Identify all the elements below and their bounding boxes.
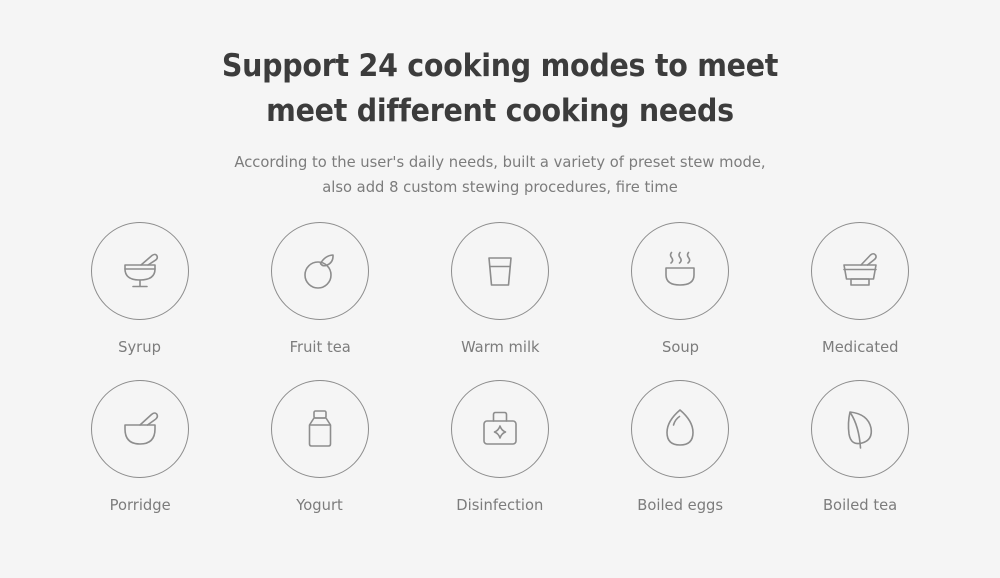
mode-label: Boiled tea	[822, 496, 898, 514]
mode-item-porridge[interactable]: Porridge	[50, 380, 230, 514]
page-title: Support 24 cooking modes to meet meet di…	[40, 44, 960, 134]
mode-icon-circle	[451, 222, 549, 320]
mode-icon-circle	[451, 380, 549, 478]
mode-label: Disinfection	[456, 496, 544, 514]
tea-leaf-icon	[832, 401, 888, 457]
cooking-modes-row-1: Syrup Fruit tea Warm milk Soup Medicated	[50, 222, 950, 356]
promo-page: Support 24 cooking modes to meet meet di…	[0, 0, 1000, 578]
mortar-pestle-stand-icon	[112, 243, 168, 299]
page-subtitle-line-1: According to the user's daily needs, bui…	[234, 153, 766, 171]
mode-icon-circle	[271, 222, 369, 320]
mode-item-warm-milk[interactable]: Warm milk	[410, 222, 590, 356]
mode-label: Syrup	[118, 338, 162, 356]
bowl-pestle-icon	[112, 401, 168, 457]
mode-item-boiled-eggs[interactable]: Boiled eggs	[590, 380, 770, 514]
mode-item-syrup[interactable]: Syrup	[50, 222, 230, 356]
mode-label: Boiled eggs	[637, 496, 723, 514]
page-title-line-2: meet different cooking needs	[266, 93, 734, 129]
mode-item-yogurt[interactable]: Yogurt	[230, 380, 410, 514]
mode-icon-circle	[811, 380, 909, 478]
cooking-modes-row-2: Porridge Yogurt Disinfection Boiled eggs…	[50, 380, 950, 514]
mode-label: Medicated	[821, 338, 899, 356]
fruit-leaf-icon	[292, 243, 348, 299]
egg-icon	[652, 401, 708, 457]
mode-icon-circle	[631, 380, 729, 478]
first-aid-kit-icon	[472, 401, 528, 457]
mode-icon-circle	[91, 380, 189, 478]
cooking-modes-grid: Syrup Fruit tea Warm milk Soup Medicated…	[50, 222, 950, 514]
mode-icon-circle	[91, 222, 189, 320]
mode-label: Yogurt	[296, 496, 344, 514]
page-subtitle-line-2: also add 8 custom stewing procedures, fi…	[322, 178, 678, 196]
mode-item-disinfection[interactable]: Disinfection	[410, 380, 590, 514]
mode-item-medicated[interactable]: Medicated	[770, 222, 950, 356]
page-title-line-1: Support 24 cooking modes to meet	[221, 48, 779, 84]
mode-item-soup[interactable]: Soup	[590, 222, 770, 356]
mode-item-boiled-tea[interactable]: Boiled tea	[770, 380, 950, 514]
mode-label: Porridge	[109, 496, 171, 514]
yogurt-jar-icon	[292, 401, 348, 457]
mode-label: Fruit tea	[289, 338, 351, 356]
soup-bowl-steam-icon	[652, 243, 708, 299]
page-subtitle: According to the user's daily needs, bui…	[25, 150, 975, 200]
milk-glass-icon	[472, 243, 528, 299]
mode-icon-circle	[811, 222, 909, 320]
mode-icon-circle	[631, 222, 729, 320]
mode-label: Warm milk	[460, 338, 540, 356]
mode-label: Soup	[661, 338, 699, 356]
mode-icon-circle	[271, 380, 369, 478]
mode-item-fruit-tea[interactable]: Fruit tea	[230, 222, 410, 356]
page-header: Support 24 cooking modes to meet meet di…	[0, 44, 1000, 200]
mortar-pestle-base-icon	[832, 243, 888, 299]
